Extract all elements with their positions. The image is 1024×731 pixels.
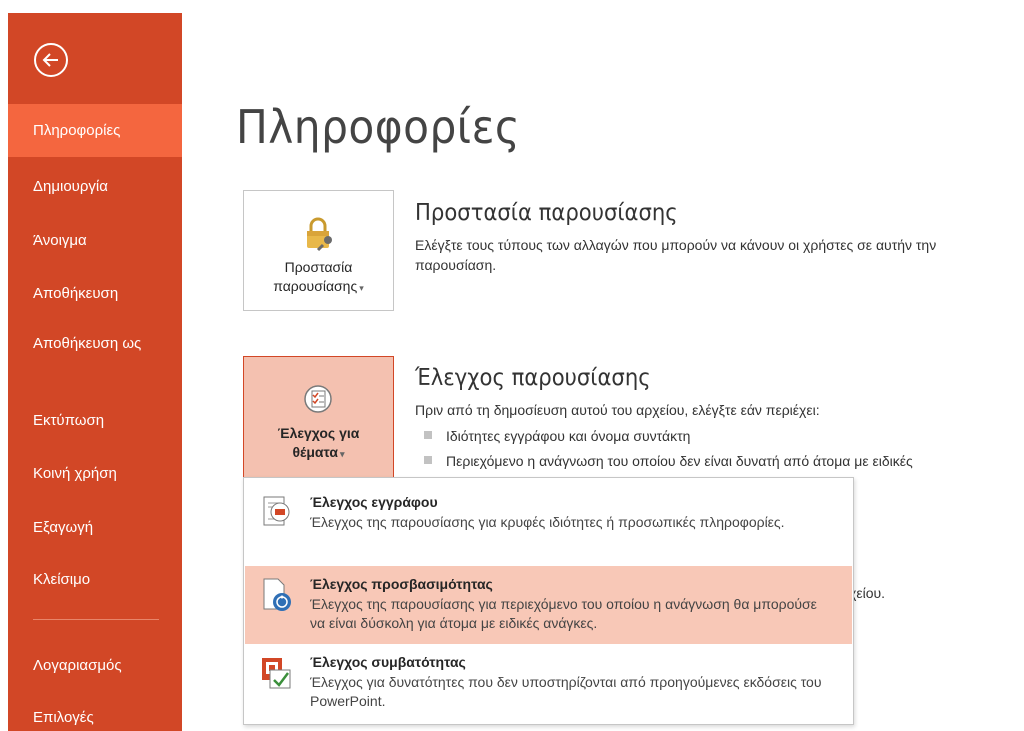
sidebar-item-share[interactable]: Κοινή χρήση — [8, 464, 182, 484]
sidebar-item-close[interactable]: Κλείσιμο — [8, 570, 182, 590]
protect-tile-label: Προστασία παρουσίασης ▾ — [273, 259, 364, 294]
back-arrow-icon — [42, 53, 58, 67]
check-issues-tile-label: Έλεγχος για θέματα ▾ — [277, 425, 360, 460]
inspect-bullet: Ιδιότητες εγγράφου και όνομα συντάκτη — [424, 428, 690, 444]
check-for-issues-menu: Έλεγχος εγγράφου Έλεγχος της παρουσίασης… — [243, 477, 854, 725]
bullet-square-icon — [424, 456, 432, 465]
bullet-square-icon — [424, 431, 432, 440]
backstage-sidebar: Πληροφορίες Δημιουργία Άνοιγμα Αποθήκευσ… — [8, 13, 182, 731]
sidebar-item-open[interactable]: Άνοιγμα — [8, 231, 182, 251]
inspect-section-title: Έλεγχος παρουσίασης — [415, 365, 651, 391]
sidebar-item-export[interactable]: Εξαγωγή — [8, 518, 182, 538]
menu-item-desc: Έλεγχος της παρουσίασης για περιεχόμενο … — [310, 596, 817, 631]
menu-item-desc: Έλεγχος της παρουσίασης για κρυφές ιδιότ… — [310, 514, 785, 530]
inspect-document-icon — [263, 496, 290, 526]
sidebar-item-print[interactable]: Εκτύπωση — [8, 411, 182, 431]
sidebar-item-save[interactable]: Αποθήκευση — [8, 284, 182, 304]
menu-item-title: Έλεγχος προσβασιμότητας — [310, 576, 493, 592]
inspect-bullet: Περιεχόμενο η ανάγνωση του οποίου δεν εί… — [424, 453, 913, 469]
background-text-fragment: χείου. — [849, 585, 886, 601]
inspect-section-desc: Πριν από τη δημοσίευση αυτού του αρχείου… — [415, 402, 820, 418]
protect-section-title: Προστασία παρουσίασης — [415, 200, 678, 226]
back-button[interactable] — [34, 43, 68, 77]
dropdown-caret-icon: ▾ — [340, 449, 345, 459]
menu-item-inspect-document[interactable]: Έλεγχος εγγράφου Έλεγχος της παρουσίασης… — [245, 484, 852, 562]
accessibility-check-icon — [263, 578, 291, 611]
sidebar-divider — [33, 619, 159, 620]
sidebar-item-save-as[interactable]: Αποθήκευση ως — [8, 334, 158, 354]
protect-presentation-button[interactable]: Προστασία παρουσίασης ▾ — [243, 190, 394, 311]
menu-item-desc: Έλεγχος για δυνατότητες που δεν υποστηρί… — [310, 674, 822, 709]
checklist-icon — [304, 385, 332, 413]
protect-section-desc: Ελέγξτε τους τύπους των αλλαγών που μπορ… — [415, 237, 937, 273]
sidebar-item-options[interactable]: Επιλογές — [8, 708, 182, 728]
compatibility-check-icon — [262, 658, 291, 689]
menu-item-check-accessibility[interactable]: Έλεγχος προσβασιμότητας Έλεγχος της παρο… — [245, 566, 852, 644]
menu-item-check-compatibility[interactable]: Έλεγχος συμβατότητας Έλεγχος για δυνατότ… — [245, 644, 852, 722]
sidebar-item-account[interactable]: Λογαριασμός — [8, 656, 182, 676]
sidebar-item-new[interactable]: Δημιουργία — [8, 177, 182, 197]
menu-item-title: Έλεγχος εγγράφου — [310, 494, 438, 510]
sidebar-item-info[interactable]: Πληροφορίες — [8, 104, 182, 157]
menu-item-title: Έλεγχος συμβατότητας — [310, 654, 466, 670]
check-for-issues-button[interactable]: Έλεγχος για θέματα ▾ — [243, 356, 394, 478]
lock-key-icon — [307, 217, 332, 252]
page-title: Πληροφορίες — [236, 100, 521, 154]
dropdown-caret-icon: ▾ — [359, 283, 364, 293]
